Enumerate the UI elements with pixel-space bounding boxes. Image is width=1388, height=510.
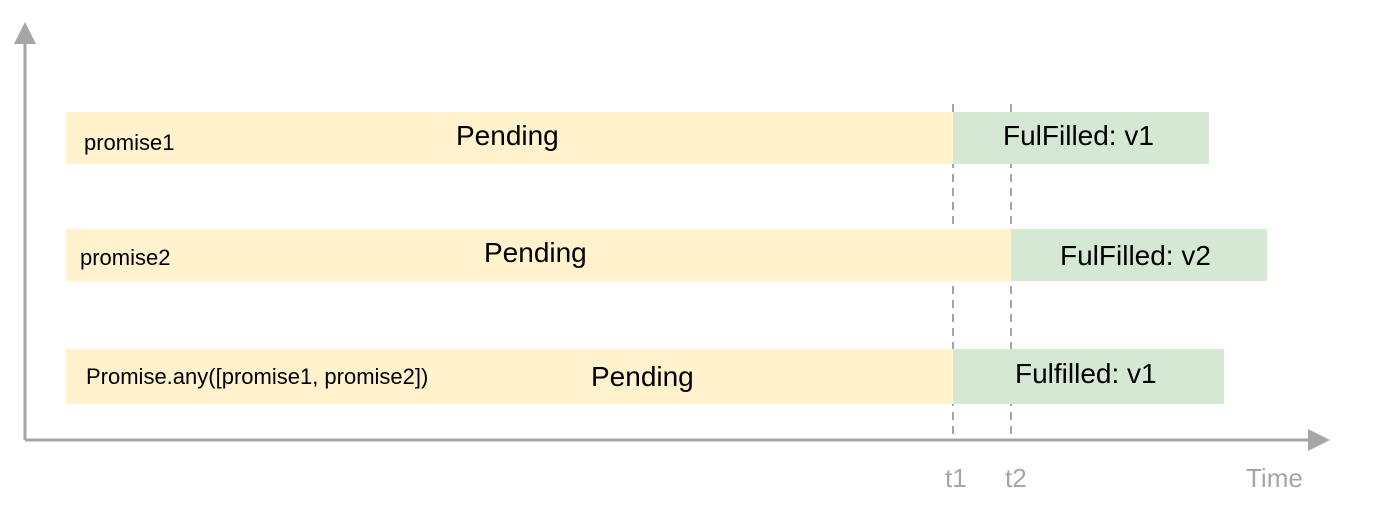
fulfilled-label: FulFilled: v2 bbox=[1060, 240, 1211, 271]
x-axis-arrowhead bbox=[1308, 429, 1330, 451]
row-label: promise1 bbox=[84, 130, 175, 155]
t2-tick-label: t2 bbox=[1005, 463, 1027, 493]
timeline-row-promise1: promise1 Pending FulFilled: v1 bbox=[0, 112, 1388, 164]
pending-label: Pending bbox=[484, 237, 587, 268]
x-axis-title: Time bbox=[1246, 463, 1303, 493]
pending-label: Pending bbox=[591, 361, 694, 392]
pending-label: Pending bbox=[456, 120, 559, 151]
promise-any-timeline-diagram: promise1 Pending FulFilled: v1 promise2 … bbox=[0, 0, 1388, 510]
row-label: promise2 bbox=[80, 245, 171, 270]
fulfilled-label: Fulfilled: v1 bbox=[1015, 358, 1157, 389]
timeline-row-promise-any: Promise.any([promise1, promise2]) Pendin… bbox=[0, 349, 1388, 404]
timeline-row-promise2: promise2 Pending FulFilled: v2 bbox=[0, 229, 1388, 281]
fulfilled-label: FulFilled: v1 bbox=[1003, 120, 1154, 151]
y-axis-arrowhead bbox=[14, 22, 36, 44]
t1-tick-label: t1 bbox=[945, 463, 967, 493]
row-label: Promise.any([promise1, promise2]) bbox=[86, 364, 429, 389]
